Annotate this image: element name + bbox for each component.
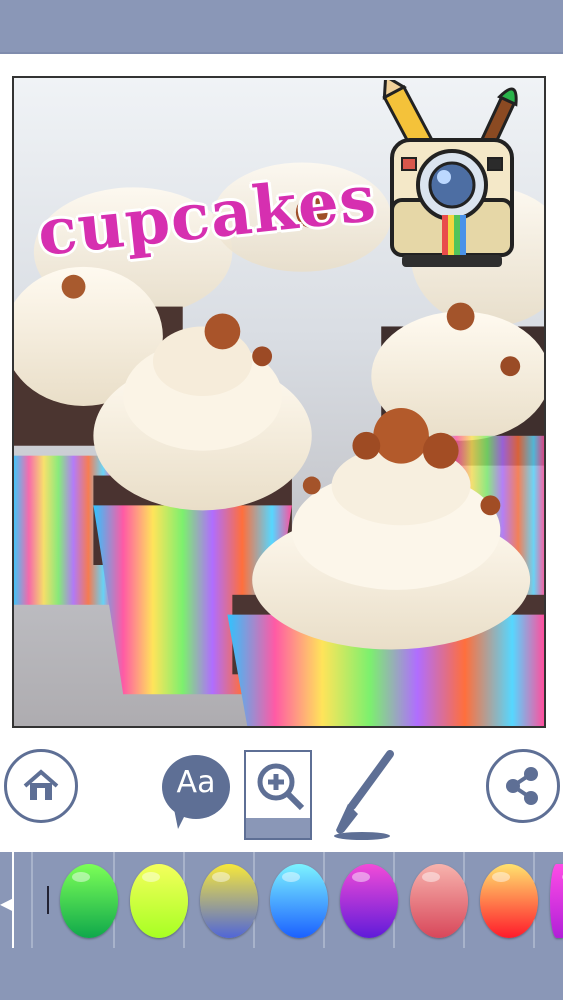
color-swatch-purple[interactable]: [340, 864, 398, 938]
color-swatch-yellow[interactable]: [130, 864, 188, 938]
zoom-button-bar: [246, 818, 310, 838]
photo-canvas[interactable]: cupcakes: [12, 76, 546, 728]
color-palette-bar: ◀: [0, 852, 563, 1000]
color-swatch-magenta-partial[interactable]: [550, 864, 563, 938]
top-bar-divider: [0, 52, 563, 54]
text-tool-button[interactable]: Aa: [160, 751, 232, 831]
text-tool-label: Aa: [176, 765, 216, 800]
home-button[interactable]: [4, 749, 78, 823]
camera-pencil-sticker[interactable]: [372, 80, 532, 300]
brush-button[interactable]: [330, 750, 402, 840]
bottom-toolbar: Aa: [0, 745, 563, 850]
magnifier-plus-icon: [257, 763, 305, 811]
share-button[interactable]: [486, 749, 560, 823]
color-swatch-yellow-blue[interactable]: [200, 864, 258, 938]
color-swatch-green[interactable]: [60, 864, 118, 938]
share-icon: [506, 767, 538, 805]
house-icon: [23, 769, 59, 800]
color-swatch-cyan[interactable]: [270, 864, 328, 938]
color-swatch-fire[interactable]: [480, 864, 538, 938]
top-bar: [0, 0, 563, 52]
zoom-button[interactable]: [244, 750, 312, 840]
color-swatch-salmon[interactable]: [410, 864, 468, 938]
palette-left-arrow-icon[interactable]: ◀: [0, 894, 12, 913]
paintbrush-icon: [334, 750, 394, 840]
